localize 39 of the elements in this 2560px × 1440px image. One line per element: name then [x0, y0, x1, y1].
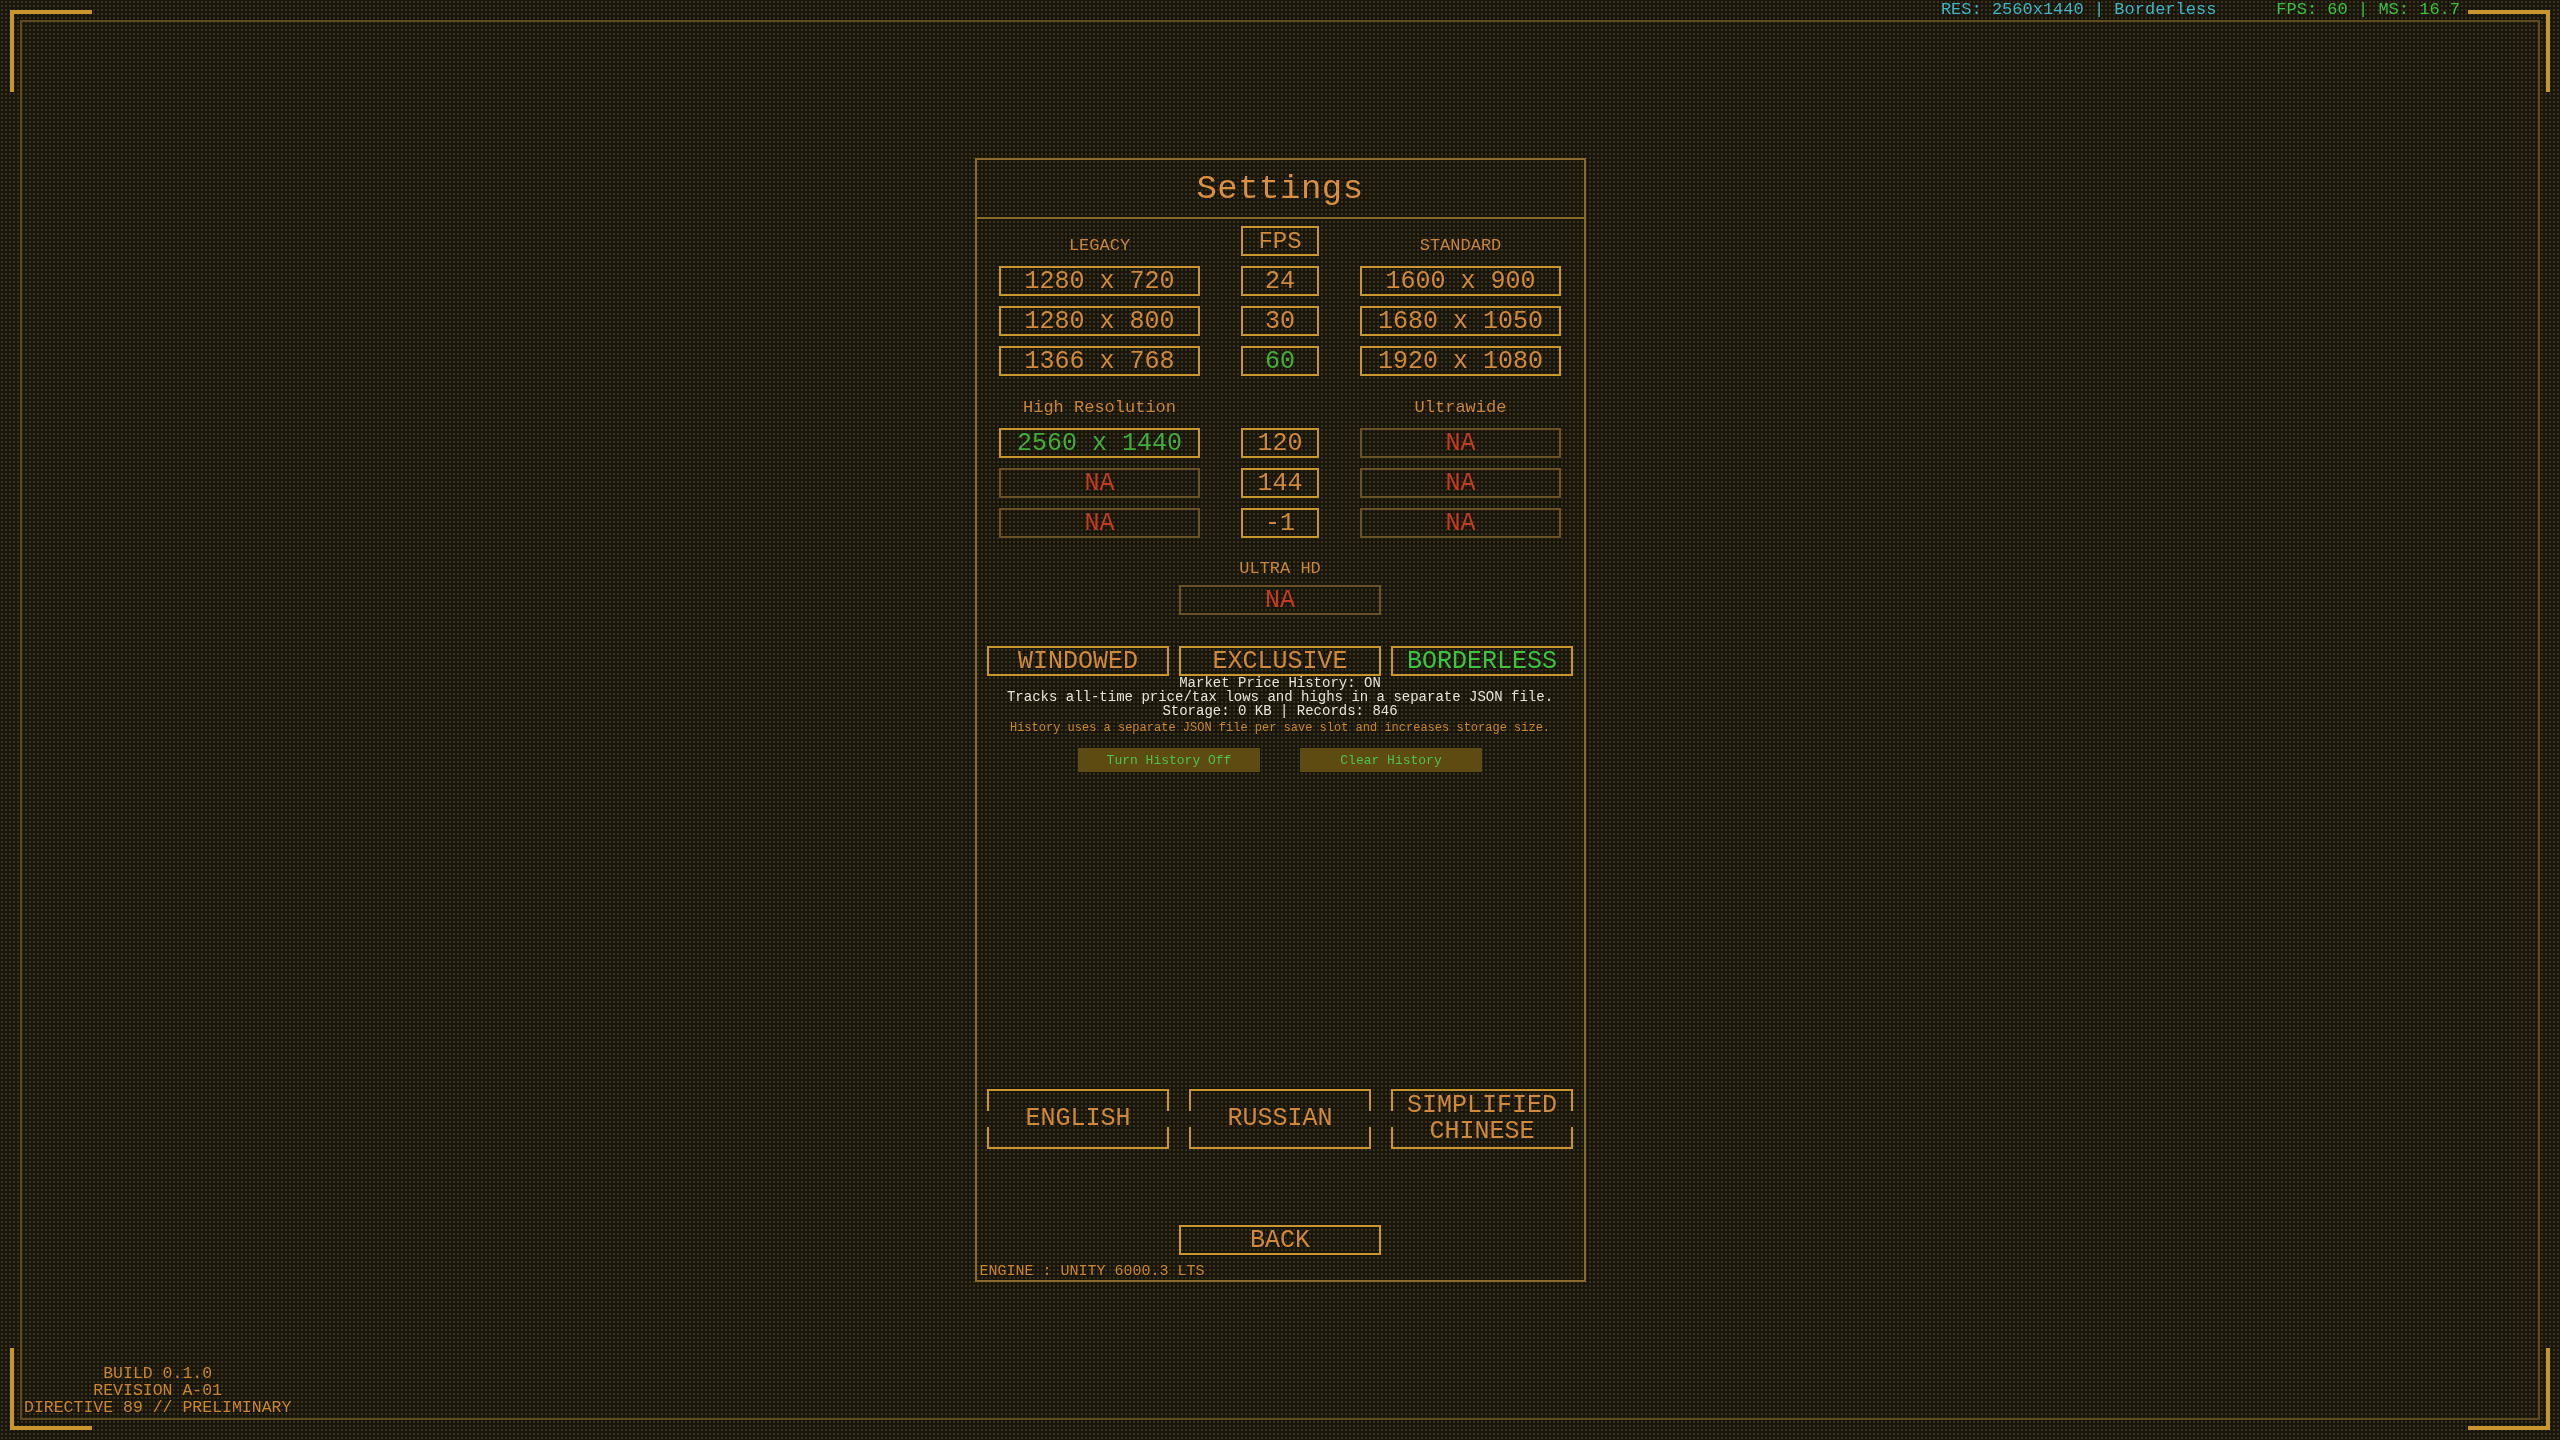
- history-description-text: Tracks all-time price/tax lows and highs in a separate JSON file.: [1006, 690, 1554, 704]
- section-label: Ultrawide: [1414, 398, 1507, 418]
- fps-option[interactable]: 144: [1241, 468, 1319, 498]
- fps-header: FPS: [1241, 226, 1319, 256]
- performance-readout: FPS: 60 | MS: 16.7: [2276, 0, 2460, 19]
- back-button[interactable]: BACK: [1179, 1225, 1381, 1255]
- section-label: High Resolution: [1023, 398, 1176, 418]
- fps-option[interactable]: 30: [1241, 306, 1319, 336]
- window-mode-button[interactable]: WINDOWED: [987, 646, 1169, 676]
- history-note-text: History uses a separate JSON file per save slot and increases storage size.: [1009, 721, 1551, 735]
- history-button[interactable]: Clear History: [1300, 748, 1482, 772]
- resolution-option[interactable]: 1280 x 720: [999, 266, 1200, 296]
- window-mode-button[interactable]: BORDERLESS: [1391, 646, 1573, 676]
- section-label: LEGACY: [1068, 236, 1131, 256]
- language-button[interactable]: SIMPLIFIED CHINESE: [1391, 1089, 1573, 1149]
- history-button[interactable]: Turn History Off: [1078, 748, 1260, 772]
- history-storage-text: Storage: 0 KB | Records: 846: [1162, 704, 1398, 718]
- build-info-text: BUILD 0.1.0: [103, 1365, 213, 1382]
- panel-title: Settings: [1196, 168, 1364, 209]
- language-button[interactable]: ENGLISH: [987, 1089, 1169, 1149]
- resolution-option[interactable]: 1920 x 1080: [1360, 346, 1561, 376]
- resolution-option[interactable]: 1366 x 768: [999, 346, 1200, 376]
- fps-option[interactable]: -1: [1241, 508, 1319, 538]
- fps-option[interactable]: 24: [1241, 266, 1319, 296]
- section-label: ULTRA HD: [1239, 560, 1321, 578]
- resolution-option[interactable]: 1680 x 1050: [1360, 306, 1561, 336]
- resolution-option[interactable]: 2560 x 1440: [999, 428, 1200, 458]
- history-status-text: Market Price History: ON: [1179, 676, 1381, 690]
- language-button[interactable]: RUSSIAN: [1189, 1089, 1371, 1149]
- fps-option[interactable]: 60: [1241, 346, 1319, 376]
- window-mode-button[interactable]: EXCLUSIVE: [1179, 646, 1381, 676]
- section-label: STANDARD: [1419, 236, 1502, 256]
- resolution-readout: RES: 2560x1440 | Borderless: [1940, 0, 2217, 19]
- resolution-option[interactable]: 1600 x 900: [1360, 266, 1561, 296]
- fps-option[interactable]: 120: [1241, 428, 1319, 458]
- build-info-text: DIRECTIVE 89 // PRELIMINARY: [24, 1399, 292, 1416]
- build-info-text: REVISION A-01: [93, 1382, 223, 1399]
- engine-text: ENGINE : UNITY 6000.3 LTS: [979, 1264, 1205, 1280]
- resolution-option[interactable]: 1280 x 800: [999, 306, 1200, 336]
